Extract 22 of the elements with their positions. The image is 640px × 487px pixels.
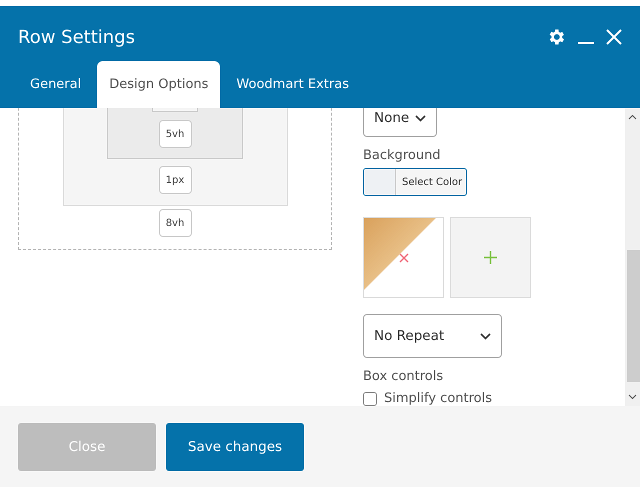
tab[interactable]: Woodmart Extras	[224, 61, 361, 108]
window-title: Row Settings	[18, 26, 136, 48]
background-repeat-select[interactable]: No Repeat	[363, 314, 502, 358]
border-bottom-field[interactable]: 1px	[158, 166, 192, 194]
close-icon[interactable]	[606, 29, 622, 45]
scroll-up-icon[interactable]	[628, 114, 637, 120]
box-controls-label: Box controls	[363, 369, 444, 384]
margin-bottom-field[interactable]: 8vh	[158, 209, 192, 237]
scroll-down-icon[interactable]	[628, 394, 637, 400]
padding-bottom-field[interactable]: 5vh	[158, 120, 192, 148]
scrollbar[interactable]	[625, 108, 640, 406]
border-style-select[interactable]: None	[363, 108, 437, 137]
tab[interactable]: General	[18, 61, 94, 108]
remove-icon[interactable]	[398, 252, 408, 263]
chevron-down-icon	[480, 332, 491, 340]
plus-icon	[484, 251, 497, 264]
select-color-button[interactable]: Select Color	[363, 168, 467, 196]
simplify-controls-checkbox[interactable]: Simplify controls	[363, 391, 625, 406]
chevron-down-icon	[415, 114, 426, 122]
background-label: Background	[363, 148, 442, 163]
tab[interactable]: Design Options	[97, 61, 220, 108]
save-button[interactable]: Save changes	[166, 422, 304, 470]
